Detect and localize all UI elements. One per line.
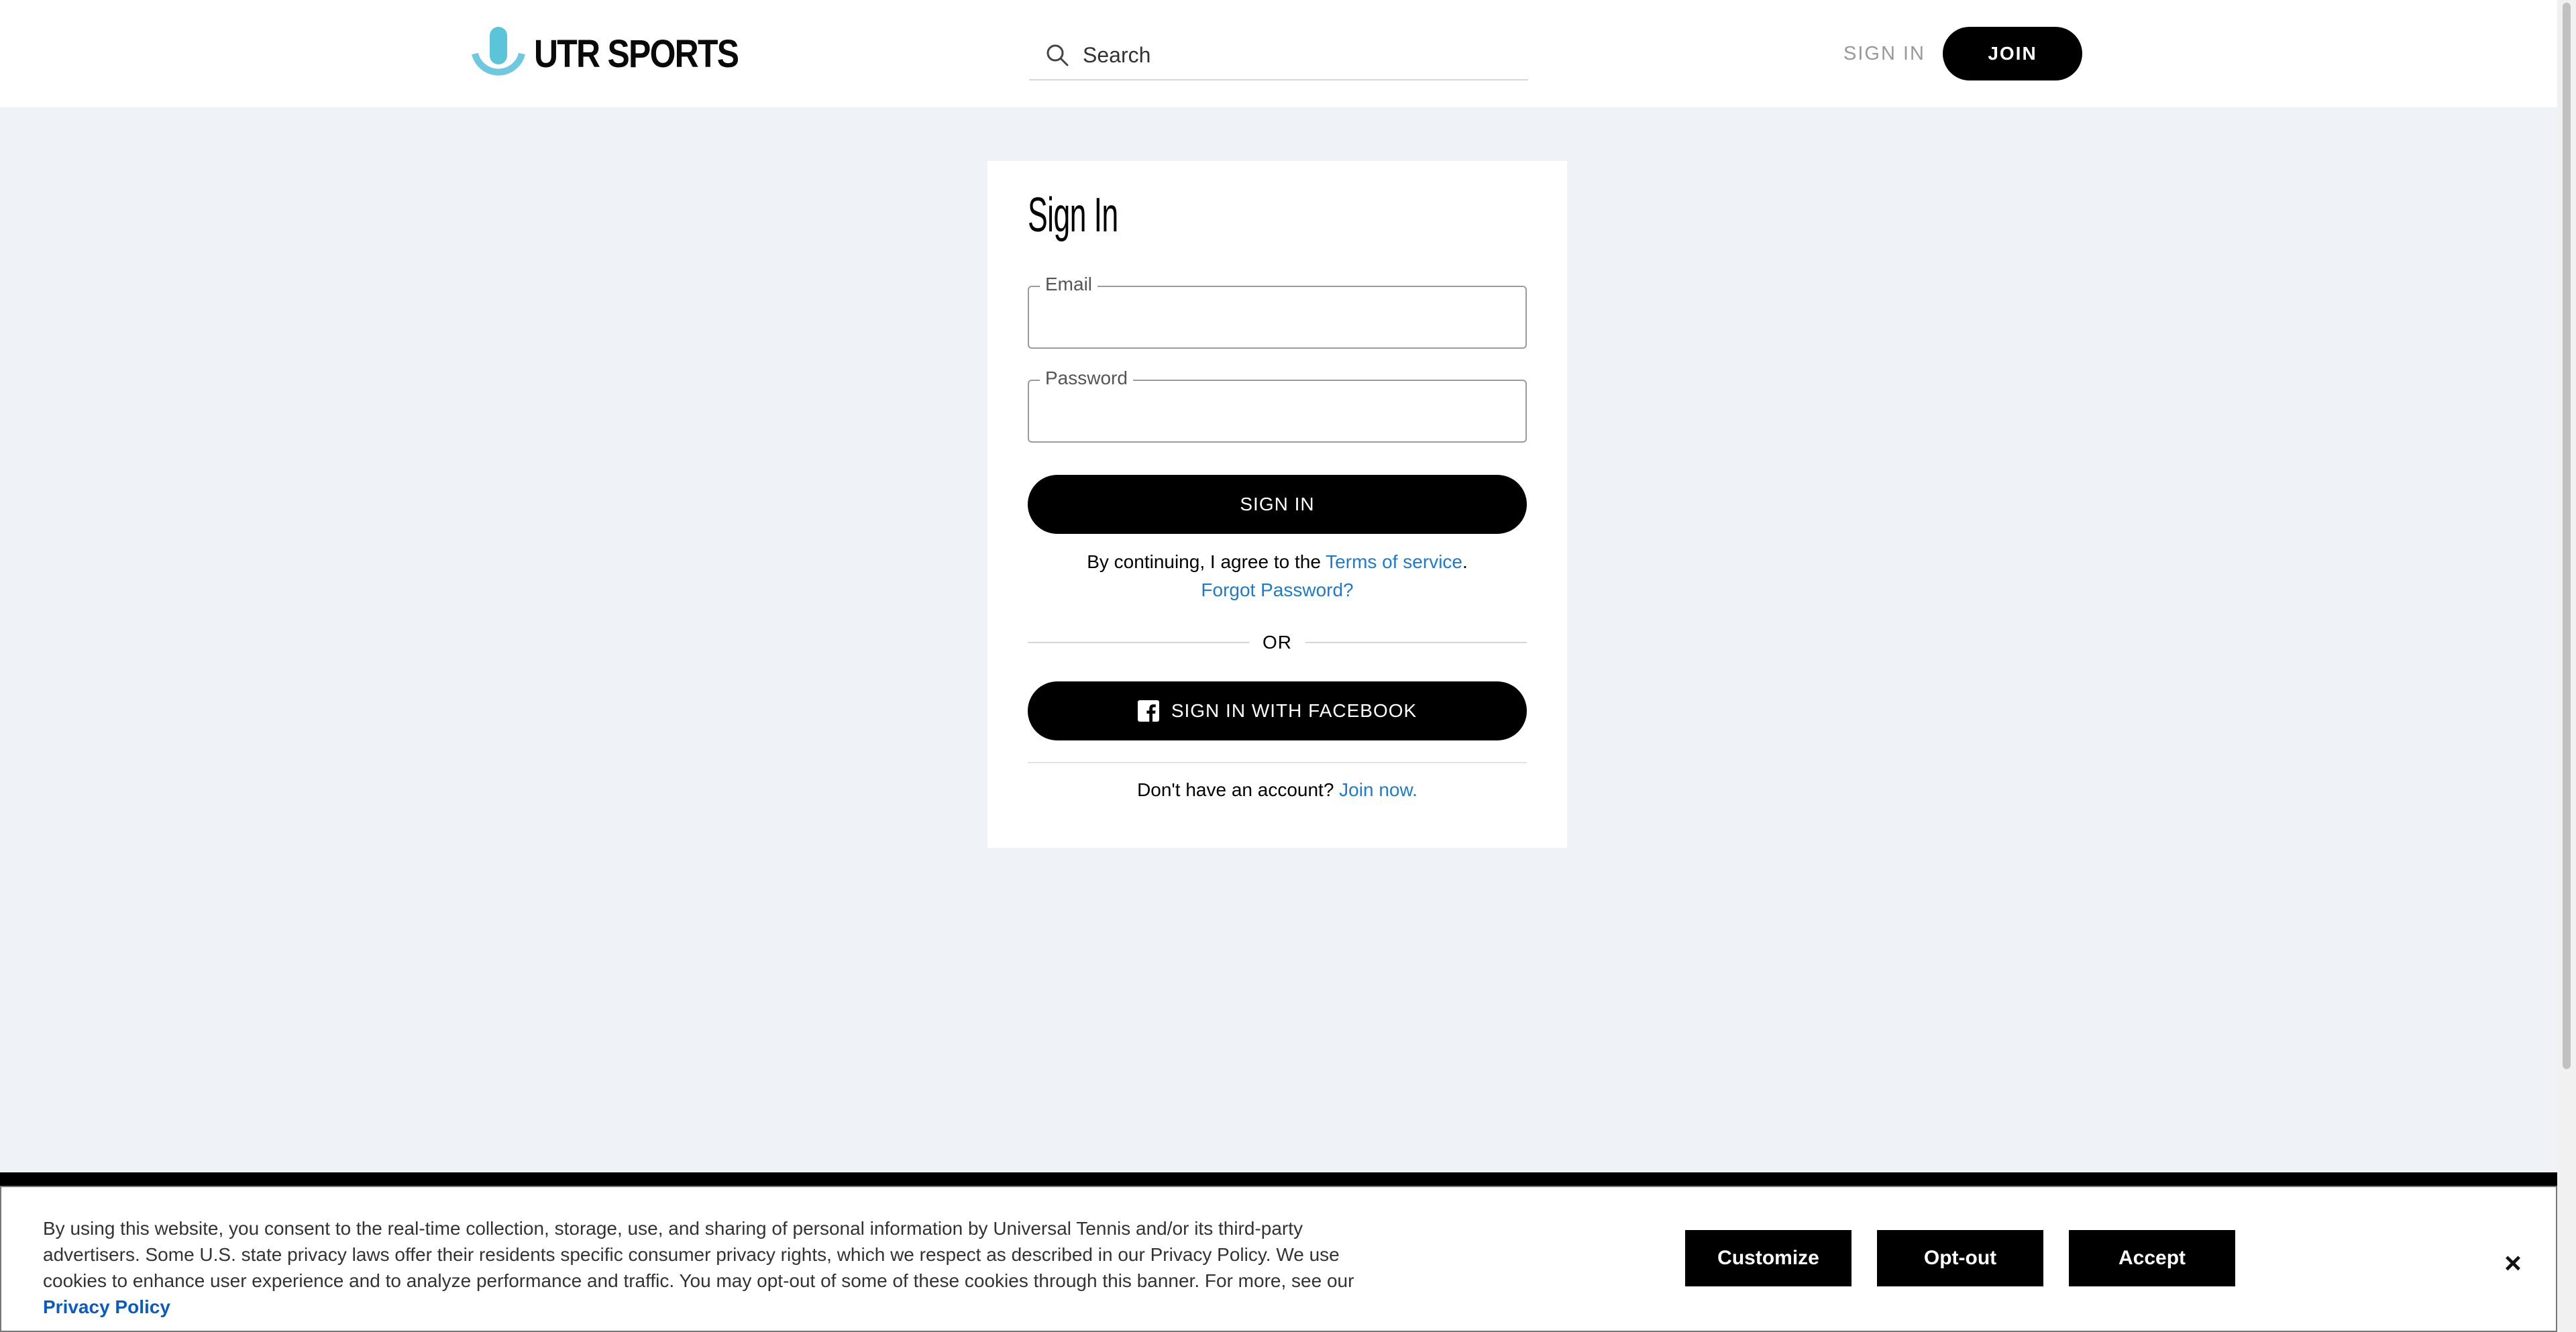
signin-card: Sign In Email Password SIGN IN By contin… bbox=[987, 161, 1567, 848]
search-icon bbox=[1046, 44, 1069, 66]
facebook-signin-button[interactable]: SIGN IN WITH FACEBOOK bbox=[1028, 681, 1527, 740]
email-field[interactable]: Email bbox=[1028, 274, 1527, 349]
terms-of-service-link[interactable]: Terms of service bbox=[1326, 551, 1462, 572]
forgot-password-link[interactable]: Forgot Password? bbox=[1201, 579, 1353, 600]
page: UTR SPORTS SIGN IN JOIN Sign In Email Pa… bbox=[0, 0, 2576, 1332]
divider-line-right bbox=[1305, 642, 1527, 643]
terms-notice: By continuing, I agree to the Terms of s… bbox=[987, 551, 1567, 573]
header-signin-link[interactable]: SIGN IN bbox=[1838, 27, 1931, 80]
header-join-button[interactable]: JOIN bbox=[1943, 27, 2082, 80]
password-input[interactable] bbox=[1029, 381, 1525, 441]
page-scrollbar[interactable] bbox=[2557, 0, 2576, 1332]
privacy-policy-link[interactable]: Privacy Policy bbox=[43, 1296, 170, 1317]
email-input[interactable] bbox=[1029, 287, 1525, 347]
scrollbar-thumb[interactable] bbox=[2563, 3, 2571, 1069]
terms-suffix: . bbox=[1462, 551, 1468, 572]
utr-logo-icon bbox=[472, 27, 525, 76]
close-icon[interactable]: × bbox=[2494, 1245, 2532, 1282]
or-divider: OR bbox=[1028, 629, 1527, 656]
terms-prefix: By continuing, I agree to the bbox=[1087, 551, 1326, 572]
divider-line-left bbox=[1028, 642, 1249, 643]
logo-text: UTR SPORTS bbox=[534, 32, 739, 76]
site-header: UTR SPORTS SIGN IN JOIN bbox=[0, 0, 2557, 107]
accept-button[interactable]: Accept bbox=[2069, 1230, 2235, 1286]
no-account-text: Don't have an account? bbox=[1137, 779, 1340, 800]
card-divider bbox=[1028, 762, 1527, 763]
or-text: OR bbox=[1263, 632, 1292, 653]
signin-button[interactable]: SIGN IN bbox=[1028, 475, 1527, 534]
footer-strip bbox=[0, 1172, 2557, 1186]
cookie-body-text: By using this website, you consent to th… bbox=[43, 1218, 1354, 1291]
facebook-button-label: SIGN IN WITH FACEBOOK bbox=[1171, 700, 1417, 721]
join-now-link[interactable]: Join now. bbox=[1339, 779, 1417, 800]
opt-out-button[interactable]: Opt-out bbox=[1877, 1230, 2043, 1286]
page-title: Sign In bbox=[1028, 188, 1118, 242]
join-prompt: Don't have an account? Join now. bbox=[987, 779, 1567, 801]
cookie-banner: By using this website, you consent to th… bbox=[0, 1186, 2557, 1332]
password-field[interactable]: Password bbox=[1028, 368, 1527, 443]
search-bar[interactable] bbox=[1029, 31, 1528, 80]
email-label: Email bbox=[1040, 274, 1098, 295]
facebook-icon bbox=[1137, 700, 1159, 722]
cookie-text: By using this website, you consent to th… bbox=[43, 1215, 1405, 1320]
search-input[interactable] bbox=[1083, 42, 1499, 68]
password-label: Password bbox=[1040, 368, 1133, 389]
customize-button[interactable]: Customize bbox=[1685, 1230, 1851, 1286]
site-logo[interactable]: UTR SPORTS bbox=[471, 24, 771, 83]
forgot-password-row: Forgot Password? bbox=[987, 579, 1567, 601]
